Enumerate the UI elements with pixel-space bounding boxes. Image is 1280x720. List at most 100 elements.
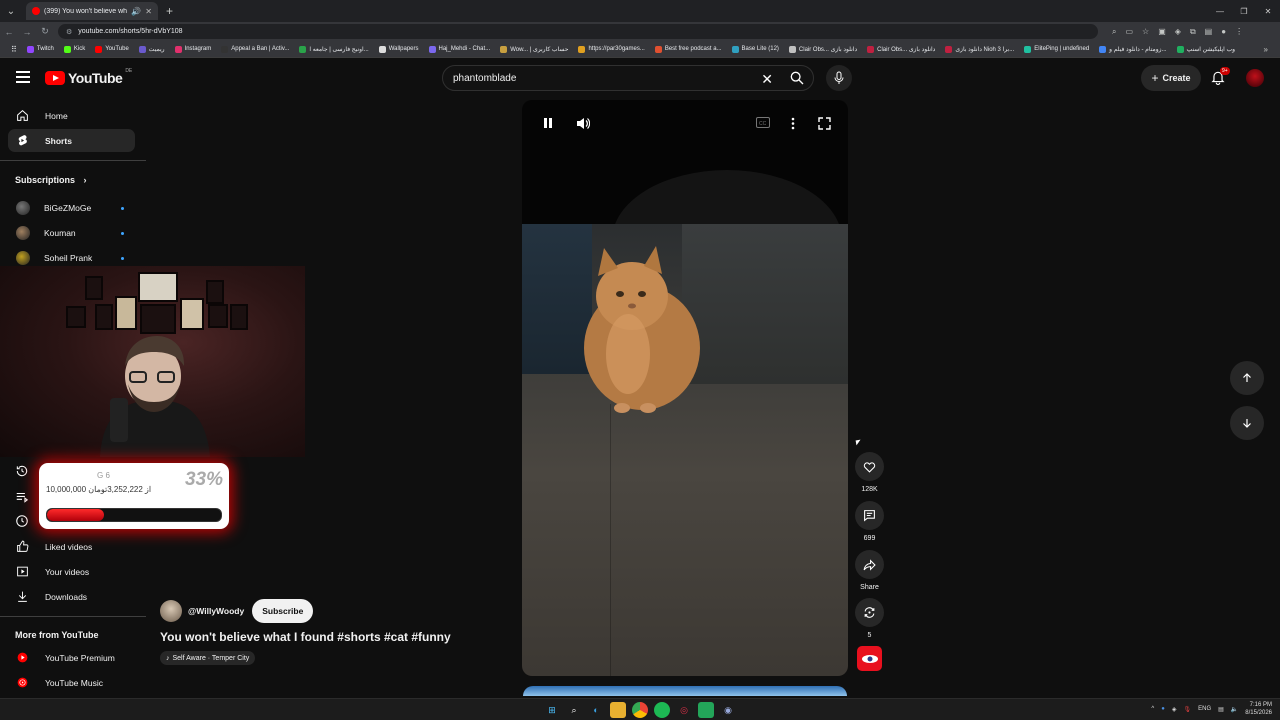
bookmarks-overflow-icon[interactable]: » <box>1264 45 1268 54</box>
playlists-icon[interactable] <box>15 490 29 504</box>
tray-chevron-icon[interactable]: ^ <box>1151 706 1154 712</box>
language-indicator[interactable]: ENG <box>1198 706 1211 712</box>
bookmark-item[interactable]: YouTube <box>90 45 134 53</box>
bookmark-item[interactable]: Kick <box>59 45 90 53</box>
mute-icon[interactable]: 🔊 <box>131 7 141 16</box>
bookmark-item[interactable]: ElitePing | undefined <box>1019 45 1094 53</box>
windows-start-icon[interactable]: ⊞ <box>544 702 560 718</box>
shorts-player[interactable]: CC <box>522 100 848 676</box>
account-avatar[interactable] <box>1246 69 1264 87</box>
sound-thumbnail[interactable] <box>857 646 882 671</box>
bookmark-item[interactable]: Clair Obs... دانلود بازی <box>862 45 940 53</box>
bookmark-item[interactable]: دانلود بازی Nioh 3 برا... <box>940 45 1019 53</box>
create-button[interactable]: + Create <box>1141 65 1201 91</box>
network-icon[interactable]: ▤ <box>1218 706 1224 713</box>
menu-dots-icon[interactable]: ⋮ <box>1235 27 1243 37</box>
notifications-button[interactable]: 9+ <box>1211 67 1230 86</box>
tray-shield-icon[interactable]: ◈ <box>1172 706 1177 713</box>
youtube-logo[interactable]: YouTube DE <box>45 68 132 86</box>
tray-app-icon[interactable]: ● <box>1161 706 1165 712</box>
like-button[interactable]: 128K <box>855 452 884 493</box>
subscription-item[interactable]: Soheil Prank <box>16 248 128 268</box>
subscriptions-header[interactable]: Subscriptions › <box>15 175 87 185</box>
sidebar-item-downloads[interactable]: Downloads <box>8 585 135 608</box>
tab-close-icon[interactable]: ✕ <box>145 7 152 16</box>
file-explorer-icon[interactable] <box>610 702 626 718</box>
search-icon[interactable] <box>789 70 805 86</box>
back-icon[interactable]: ← <box>0 27 18 37</box>
puzzle-icon[interactable]: ⧉ <box>1190 27 1196 37</box>
sidebar-item-your-videos[interactable]: Your videos <box>8 560 135 583</box>
sidebar-item-youtube-music[interactable]: YouTube Music <box>8 671 135 694</box>
app-icon[interactable]: ◉ <box>720 702 736 718</box>
sidebar-item-liked-videos[interactable]: Liked videos <box>8 535 135 558</box>
app-icon[interactable] <box>698 702 714 718</box>
bookmark-item[interactable]: Instagram <box>170 45 217 53</box>
volume-icon[interactable] <box>576 117 590 130</box>
reload-icon[interactable]: ↻ <box>36 26 54 37</box>
subscription-item[interactable]: BiGeZMoGe <box>16 198 128 218</box>
edge-icon[interactable]: ◐ <box>588 702 604 718</box>
share-button[interactable]: Share <box>855 550 884 591</box>
watch-later-icon[interactable] <box>15 514 29 528</box>
site-info-icon[interactable]: ⚙ <box>66 28 72 36</box>
bookmark-item[interactable]: Appeal a Ban | Activ... <box>216 45 294 53</box>
chrome-icon[interactable] <box>632 702 648 718</box>
bookmark-star-icon[interactable]: ☆ <box>1142 27 1149 37</box>
tab-search-icon[interactable]: ⌄ <box>2 2 20 20</box>
bookmark-item[interactable]: Wow... | حساب کاربری <box>495 45 573 53</box>
video-title[interactable]: You won't believe what I found #shorts #… <box>160 630 451 644</box>
bookmark-item[interactable]: Clair Obs... دانلود بازی <box>784 45 862 53</box>
fullscreen-icon[interactable] <box>818 117 831 130</box>
bookmark-item[interactable]: ریمیت <box>134 45 170 53</box>
apps-icon[interactable]: ⠿ <box>6 45 22 54</box>
bookmark-item[interactable]: اونیج فارسی | جامعه ا... <box>294 45 373 53</box>
pause-icon[interactable] <box>542 117 554 129</box>
browser-tab-active[interactable]: (399) You won't believe wh... 🔊 ✕ <box>26 2 158 20</box>
comments-button[interactable]: 699 <box>855 501 884 542</box>
new-tab-icon[interactable]: + <box>166 4 173 18</box>
subscribe-button[interactable]: Subscribe <box>252 599 314 623</box>
spotify-icon[interactable] <box>654 702 670 718</box>
next-short-preview[interactable] <box>523 686 847 696</box>
bookmark-item[interactable]: وب اپلیکیشن اسنپ <box>1172 45 1240 53</box>
previous-short-button[interactable] <box>1230 361 1264 395</box>
channel-name[interactable]: @WillyWoody <box>188 606 244 616</box>
sound-chip[interactable]: ♪ Self Aware · Temper City <box>160 651 256 665</box>
remix-button[interactable]: 5 <box>855 598 884 639</box>
address-bar[interactable]: ⚙ youtube.com/shorts/5hr-dVbY108 <box>58 24 1098 39</box>
menu-icon[interactable] <box>16 71 30 83</box>
minimize-icon[interactable]: — <box>1208 0 1232 22</box>
forward-icon[interactable]: → <box>18 27 36 37</box>
voice-search-button[interactable] <box>826 65 852 91</box>
taskbar-search-icon[interactable]: ⌕ <box>566 702 582 718</box>
cast-icon[interactable]: ▭ <box>1125 27 1133 37</box>
shield-icon[interactable]: ◈ <box>1175 27 1181 37</box>
history-icon[interactable] <box>15 464 29 478</box>
tray-mic-icon[interactable]: 🎙 <box>1184 706 1192 713</box>
bookmark-item[interactable]: Twitch <box>22 45 59 53</box>
more-options-icon[interactable] <box>790 117 796 130</box>
extension-icon[interactable]: ▣ <box>1158 27 1166 37</box>
bookmark-item[interactable]: زومتام - دانلود فیلم و... <box>1094 45 1171 53</box>
speaker-icon[interactable]: 🔈 <box>1231 706 1238 713</box>
close-window-icon[interactable]: ✕ <box>1256 0 1280 22</box>
subscription-item[interactable]: Kouman <box>16 223 128 243</box>
sidepanel-icon[interactable]: ▤ <box>1205 27 1213 37</box>
channel-avatar[interactable] <box>160 600 182 622</box>
bookmark-item[interactable]: Haj_Mehdi - Chat... <box>424 45 496 53</box>
clear-search-icon[interactable]: ✕ <box>761 71 773 88</box>
app-icon[interactable]: ◎ <box>676 702 692 718</box>
bookmark-item[interactable]: https://par30games... <box>573 45 649 53</box>
zoom-icon[interactable]: ⌕ <box>1112 27 1116 37</box>
sidebar-item-youtube-premium[interactable]: YouTube Premium <box>8 646 135 669</box>
sidebar-item-home[interactable]: Home <box>8 104 135 127</box>
bookmark-item[interactable]: Base Lite (12) <box>727 45 784 53</box>
bookmark-item[interactable]: Wallpapers <box>374 45 424 53</box>
search-input[interactable]: phantomblade ✕ <box>442 65 814 91</box>
sidebar-item-shorts[interactable]: Shorts <box>8 129 135 152</box>
captions-icon[interactable]: CC <box>756 117 770 128</box>
next-short-button[interactable] <box>1230 406 1264 440</box>
clock[interactable]: 7:16 PM 8/15/2026 <box>1245 701 1272 717</box>
profile-icon[interactable]: ● <box>1221 27 1226 37</box>
